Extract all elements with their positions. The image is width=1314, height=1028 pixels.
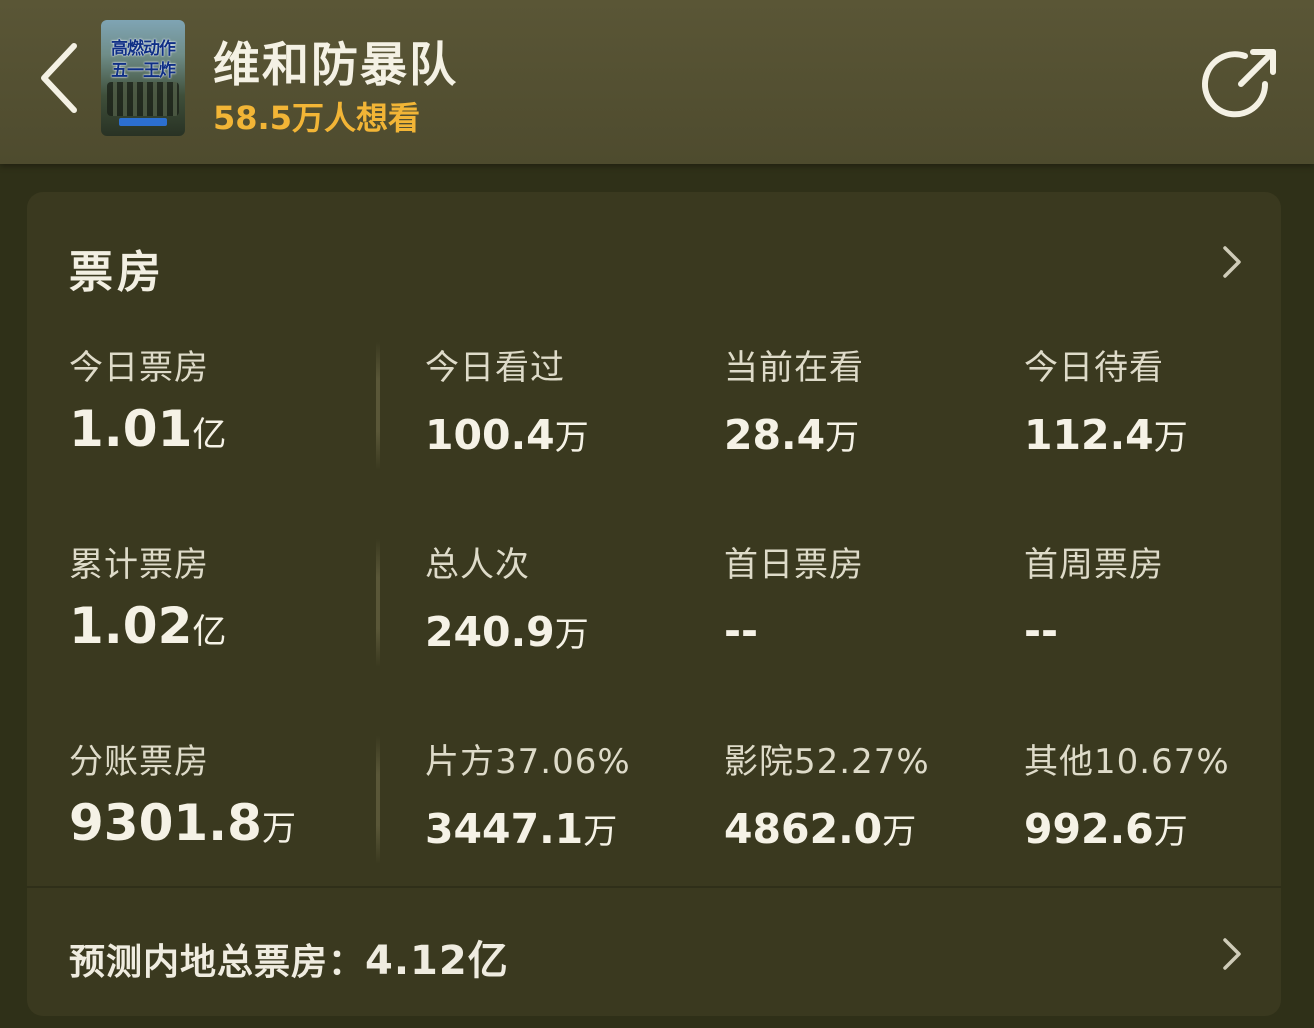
poster-text-line2: 五一王炸 [111,61,176,81]
header-bar: 高燃动作 五一王炸 维和防暴队 58.5万人想看 [0,0,1314,164]
chevron-right-icon [1223,246,1241,278]
stat-value-today-watched: 100.4万 [425,411,589,459]
stat-value-today-to-watch: 112.4万 [1024,411,1188,459]
share-icon [1202,49,1276,118]
chevron-right-icon [1223,938,1241,970]
forecast-value: 4.12亿 [365,938,509,984]
box-office-page: 高燃动作 五一王炸 维和防暴队 58.5万人想看 票房 今日票房 1.01亿 今… [0,0,1314,1028]
stat-value-producer-share: 3447.1万 [425,805,618,853]
stat-label-today-box-office: 今日票房 [69,348,209,388]
stat-value-cinema-share: 4862.0万 [724,805,917,853]
movie-title: 维和防暴队 [213,38,458,93]
stat-label-first-week: 首周票房 [1024,545,1164,585]
stat-value-first-day: -- [724,607,759,655]
stat-value-other-share: 992.6万 [1024,805,1188,853]
stat-label-total-admissions: 总人次 [425,545,530,585]
stat-label-split-box-office: 分账票房 [69,742,209,782]
card-more-button[interactable] [1217,242,1247,282]
chevron-left-icon [41,43,77,113]
stat-label-cinema-share: 影院52.27% [724,742,930,782]
card-title: 票房 [69,247,165,298]
stat-value-total-box-office: 1.02亿 [69,597,227,655]
forecast-row[interactable]: 预测内地总票房：4.12亿 [69,928,509,986]
stat-label-total-box-office: 累计票房 [69,545,209,585]
forecast-more-button[interactable] [1217,934,1247,974]
forecast-separator [27,886,1281,888]
stat-label-today-watched: 今日看过 [425,348,565,388]
forecast-label: 预测内地总票房： [69,942,366,983]
stat-label-first-day: 首日票房 [724,545,864,585]
poster-band [119,118,167,126]
stat-value-now-watching: 28.4万 [724,411,860,459]
share-button[interactable] [1201,44,1281,124]
stat-value-first-week: -- [1024,607,1059,655]
stat-label-now-watching: 当前在看 [724,348,864,388]
stat-label-today-to-watch: 今日待看 [1024,348,1164,388]
want-count: 58.5万人想看 [213,99,420,137]
stat-value-split-box-office: 9301.8万 [69,794,296,852]
stat-label-producer-share: 片方37.06% [425,742,631,782]
back-button[interactable] [34,38,90,118]
stat-value-total-admissions: 240.9万 [425,608,589,656]
column-divider [376,539,380,667]
box-office-card: 票房 今日票房 1.01亿 今日看过 100.4万 当前在看 28.4万 今日待… [27,192,1281,1016]
column-divider [376,342,380,470]
stat-value-today-box-office: 1.01亿 [69,400,227,458]
stat-label-other-share: 其他10.67% [1024,742,1230,782]
movie-poster[interactable]: 高燃动作 五一王炸 [101,20,185,136]
poster-figures [107,82,179,116]
column-divider [376,736,380,864]
